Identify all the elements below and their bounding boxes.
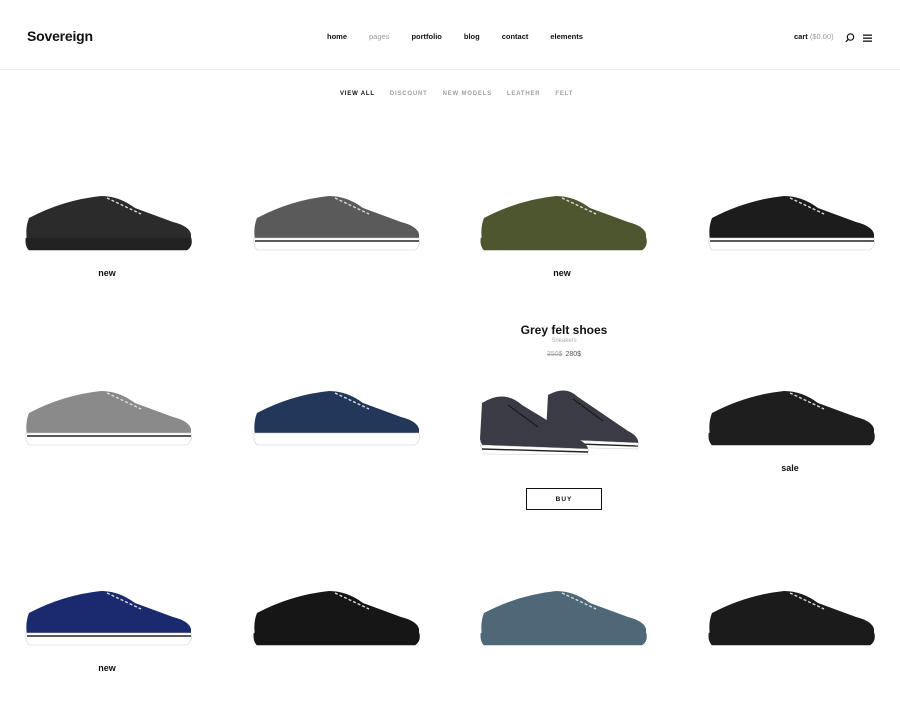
product-card[interactable] [23,383,193,455]
product-tag: new [98,663,116,673]
product-card[interactable] [478,188,648,260]
product-card[interactable] [251,583,421,655]
product-tag: new [98,268,116,278]
product-card[interactable] [251,383,421,455]
filter-discount[interactable]: DISCOUNT [390,91,428,97]
shoe-image [708,391,875,446]
product-card[interactable] [478,583,648,655]
filter-felt[interactable]: FELT [555,91,573,97]
main-nav: home pages portfolio blog contact elemen… [327,32,605,41]
shoe-image [708,591,875,646]
cart-amount: ($0.00) [809,32,834,41]
product-card[interactable] [251,188,421,260]
product-card[interactable] [23,583,193,655]
hamburger-menu-icon[interactable] [862,31,874,43]
cart-link[interactable]: cart ($0.00) [794,32,834,41]
search-icon[interactable] [844,31,856,43]
current-price: 280$ [565,351,582,358]
shoe-image [25,591,192,646]
filter-view-all[interactable]: VIEW ALL [340,91,375,97]
filter-leather[interactable]: LEATHER [507,91,541,97]
product-tag: new [553,268,571,278]
featured-product-category: Sneakers [551,338,577,344]
product-card[interactable] [706,583,876,655]
product-card[interactable] [478,383,648,456]
nav-elements[interactable]: elements [550,32,583,41]
shoe-image [253,391,420,446]
site-header: Sovereign home pages portfolio blog cont… [0,0,900,70]
buy-button[interactable]: BUY [526,488,602,510]
logo[interactable]: Sovereign [27,28,93,44]
product-card[interactable] [706,188,876,260]
shoe-image [708,196,875,251]
shoe-image [479,390,639,456]
nav-blog[interactable]: blog [464,32,480,41]
cart-label: cart [794,32,808,41]
shoe-image [253,591,420,646]
nav-portfolio[interactable]: portfolio [411,32,441,41]
product-card[interactable] [706,383,876,455]
product-tag: sale [781,463,799,473]
shoe-image [480,591,647,646]
shoe-image [25,196,192,251]
shoe-image [480,196,647,251]
featured-product-price: 350$ 280$ [494,351,634,358]
featured-product-title[interactable]: Grey felt shoes [494,323,634,337]
nav-contact[interactable]: contact [502,32,529,41]
product-filters: VIEW ALL DISCOUNT NEW MODELS LEATHER FEL… [340,91,588,97]
shoe-image [253,196,420,251]
shoe-image [25,391,192,446]
nav-home[interactable]: home [327,32,347,41]
old-price: 350$ [546,351,563,358]
filter-new-models[interactable]: NEW MODELS [443,91,492,97]
nav-pages[interactable]: pages [369,32,389,41]
product-card[interactable] [23,188,193,260]
